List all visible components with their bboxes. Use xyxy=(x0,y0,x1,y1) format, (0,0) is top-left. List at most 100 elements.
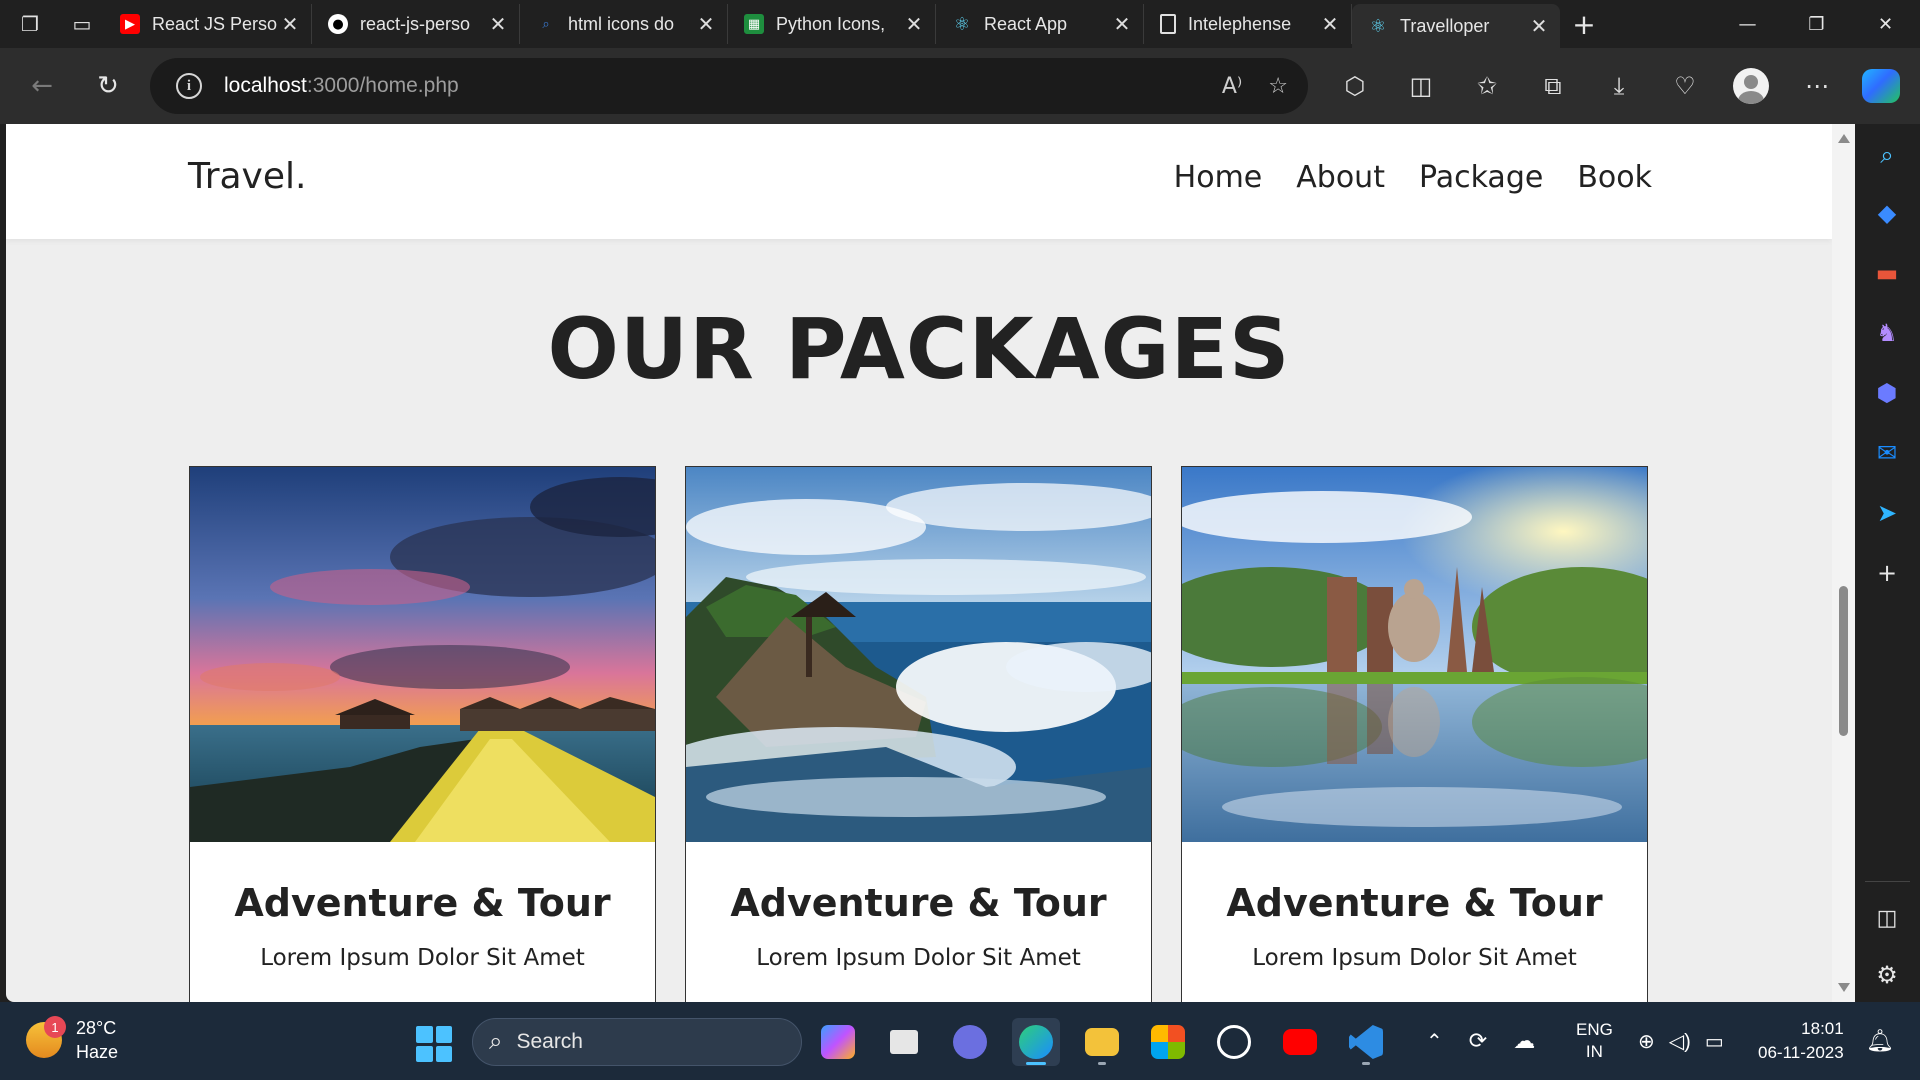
vscode-icon[interactable] xyxy=(1342,1018,1390,1066)
weather-temp: 28°C xyxy=(76,1018,117,1038)
tab-title: React JS Perso xyxy=(152,13,278,34)
nav-book[interactable]: Book xyxy=(1577,160,1652,195)
github-icon: ● xyxy=(328,14,348,34)
back-icon[interactable]: ← xyxy=(14,58,70,114)
close-icon[interactable]: ✕ xyxy=(487,12,509,36)
close-window-icon[interactable]: ✕ xyxy=(1851,0,1920,48)
taskbar-search[interactable]: ⌕ Search xyxy=(472,1018,802,1066)
edge-taskbar-icon[interactable] xyxy=(1012,1018,1060,1066)
read-aloud-icon[interactable]: A⁾ xyxy=(1222,74,1242,99)
url-text[interactable]: localhost:3000/home.php xyxy=(224,74,459,98)
card-title: Adventure & Tour xyxy=(234,881,611,925)
sidebar-settings-icon[interactable]: ⚙ xyxy=(1871,959,1903,991)
browser-toolbar: ← ↻ i localhost:3000/home.php A⁾ ☆ ⬡ ◫ ✩… xyxy=(0,48,1920,124)
search-icon[interactable]: ⌕ xyxy=(1871,139,1903,171)
close-icon[interactable]: ✕ xyxy=(1111,12,1133,36)
language-indicator[interactable]: ENG IN xyxy=(1576,1019,1613,1063)
file-explorer-icon[interactable] xyxy=(1078,1018,1126,1066)
tab-python-icons[interactable]: ▦ Python Icons, ✕ xyxy=(728,4,936,44)
copilot-icon[interactable] xyxy=(1862,69,1900,103)
close-icon[interactable]: ✕ xyxy=(1319,12,1341,36)
youtube-icon[interactable] xyxy=(1276,1018,1324,1066)
tab-intelephense[interactable]: Intelephense ✕ xyxy=(1144,4,1352,44)
minimize-icon[interactable]: — xyxy=(1713,0,1782,48)
restore-icon[interactable]: ❐ xyxy=(1782,0,1851,48)
show-hidden-icons-icon[interactable]: ⌃ xyxy=(1426,1029,1443,1054)
shopping-tag-icon[interactable]: ◆ xyxy=(1871,197,1903,229)
notifications-bell-icon[interactable]: 🔔︎ xyxy=(1866,1028,1894,1054)
tab-github[interactable]: ● react-js-perso ✕ xyxy=(312,4,520,44)
nav-home[interactable]: Home xyxy=(1174,160,1263,195)
notification-badge: 1 xyxy=(44,1016,66,1038)
collections-icon[interactable]: ⧉ xyxy=(1520,58,1586,114)
drop-send-icon[interactable]: ➤ xyxy=(1871,497,1903,529)
windows-start-icon[interactable] xyxy=(416,1026,452,1062)
react-icon: ⚛ xyxy=(1369,15,1387,37)
react-icon: ⚛ xyxy=(953,13,971,35)
refresh-icon[interactable]: ↻ xyxy=(80,58,136,114)
browser-essentials-icon[interactable]: ♡ xyxy=(1652,58,1718,114)
close-icon[interactable]: ✕ xyxy=(695,12,717,36)
package-card[interactable]: Adventure & Tour Lorem Ipsum Dolor Sit A… xyxy=(685,466,1152,1002)
site-nav: Home About Package Book xyxy=(1174,160,1652,195)
tools-icon[interactable]: ▬ xyxy=(1871,257,1903,289)
settings-more-icon[interactable]: ⋯ xyxy=(1784,58,1850,114)
page-scrollbar[interactable] xyxy=(1832,124,1855,1002)
volume-icon[interactable]: ◁) xyxy=(1669,1029,1691,1054)
url-host: localhost xyxy=(224,74,307,97)
package-image-sukhothai xyxy=(1182,467,1647,842)
tab-title: html icons do xyxy=(568,13,675,34)
microsoft-store-icon[interactable] xyxy=(1144,1018,1192,1066)
site-header: Travel. Home About Package Book xyxy=(6,124,1832,239)
section-title: OUR PACKAGES xyxy=(547,300,1291,398)
task-view-icon[interactable] xyxy=(880,1018,928,1066)
favorite-star-icon[interactable]: ☆ xyxy=(1268,74,1288,99)
address-bar[interactable]: i localhost:3000/home.php A⁾ ☆ xyxy=(150,58,1308,114)
onedrive-icon[interactable]: ☁ xyxy=(1513,1028,1535,1054)
clock-date: 06-11-2023 xyxy=(1758,1043,1844,1062)
site-logo[interactable]: Travel. xyxy=(188,156,306,197)
games-icon[interactable]: ♞ xyxy=(1871,317,1903,349)
tab-html-icons[interactable]: ⌕ html icons do ✕ xyxy=(520,4,728,44)
sync-icon[interactable]: ⟳ xyxy=(1469,1028,1487,1054)
scroll-down-arrow-icon[interactable] xyxy=(1838,983,1850,992)
favorites-icon[interactable]: ✩ xyxy=(1454,58,1520,114)
microsoft-365-icon[interactable]: ⬢ xyxy=(1871,377,1903,409)
tab-react-js-personal[interactable]: ▶ React JS Perso ✕ xyxy=(104,4,312,44)
system-clock[interactable]: 18:01 06-11-2023 xyxy=(1758,1017,1844,1065)
page-icon xyxy=(1160,14,1176,34)
teams-chat-icon[interactable] xyxy=(946,1018,994,1066)
copilot-preview-app[interactable] xyxy=(814,1018,862,1066)
add-icon[interactable]: + xyxy=(1871,557,1903,589)
outlook-icon[interactable]: ✉ xyxy=(1871,437,1903,469)
dell-icon[interactable] xyxy=(1210,1018,1258,1066)
battery-icon[interactable]: ▭ xyxy=(1705,1029,1724,1054)
tab-actions-icon[interactable]: ▭ xyxy=(60,6,104,42)
nav-about[interactable]: About xyxy=(1296,160,1385,195)
network-globe-icon[interactable]: ⊕ xyxy=(1638,1029,1655,1054)
package-card[interactable]: Adventure & Tour Lorem Ipsum Dolor Sit A… xyxy=(1181,466,1648,1002)
close-icon[interactable]: ✕ xyxy=(279,12,301,36)
profile-avatar[interactable] xyxy=(1718,58,1784,114)
package-card[interactable]: Adventure & Tour Lorem Ipsum Dolor Sit A… xyxy=(189,466,656,1002)
scrollbar-thumb[interactable] xyxy=(1839,586,1848,736)
split-screen-icon[interactable]: ◫ xyxy=(1388,58,1454,114)
extensions-icon[interactable]: ⬡ xyxy=(1322,58,1388,114)
site-info-icon[interactable]: i xyxy=(176,73,202,99)
close-icon[interactable]: ✕ xyxy=(1528,14,1550,38)
tab-travelloper[interactable]: ⚛ Travelloper ✕ xyxy=(1352,4,1560,48)
card-title: Adventure & Tour xyxy=(1226,881,1603,925)
new-tab-button[interactable]: + xyxy=(1560,8,1608,41)
workspaces-icon[interactable]: ❐ xyxy=(8,6,52,42)
tab-react-app[interactable]: ⚛ React App ✕ xyxy=(936,4,1144,44)
scroll-up-arrow-icon[interactable] xyxy=(1838,134,1850,143)
search-icon: ⌕ xyxy=(489,1028,503,1055)
downloads-icon[interactable]: ⤓ xyxy=(1586,58,1652,114)
card-text: Lorem Ipsum Dolor Sit Amet xyxy=(1252,945,1577,971)
nav-package[interactable]: Package xyxy=(1419,160,1543,195)
hide-sidebar-icon[interactable]: ◫ xyxy=(1871,902,1903,934)
weather-widget[interactable]: 1 28°C Haze xyxy=(26,1016,118,1064)
lang-code: ENG xyxy=(1576,1020,1613,1039)
edge-sidebar: ⌕ ◆ ▬ ♞ ⬢ ✉ ➤ + ◫ ⚙ xyxy=(1855,124,1920,1002)
close-icon[interactable]: ✕ xyxy=(903,12,925,36)
